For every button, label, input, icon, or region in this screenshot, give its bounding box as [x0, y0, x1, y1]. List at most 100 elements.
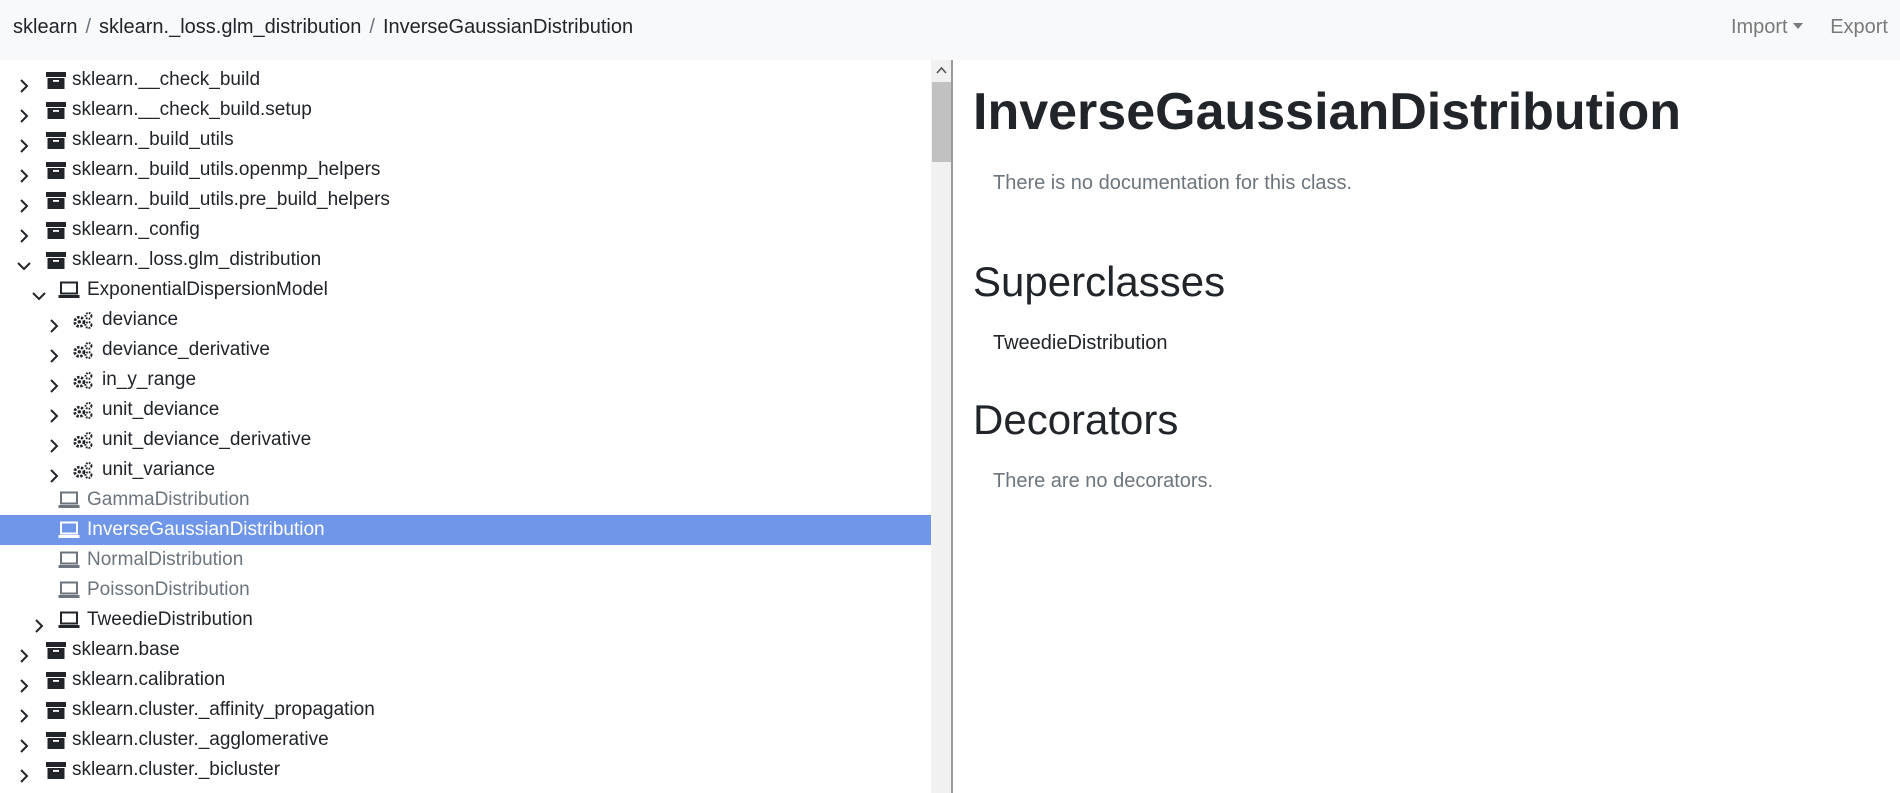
- archive-box-icon: [45, 700, 67, 720]
- chevron-right-icon[interactable]: [17, 163, 31, 183]
- tree-item-label: GammaDistribution: [87, 489, 250, 510]
- tree-item[interactable]: unit_deviance: [0, 395, 931, 425]
- tree-item[interactable]: ExponentialDispersionModel: [0, 275, 931, 305]
- tree-item[interactable]: deviance_derivative: [0, 335, 931, 365]
- tree-item-label: ExponentialDispersionModel: [87, 279, 328, 300]
- chevron-right-icon[interactable]: [17, 133, 31, 153]
- tree-item-label: unit_deviance: [102, 399, 220, 420]
- chevron-right-icon[interactable]: [17, 733, 31, 753]
- tree-item[interactable]: sklearn.calibration: [0, 665, 931, 695]
- chevron-down-icon[interactable]: [17, 253, 31, 271]
- gears-function-icon: [72, 400, 94, 420]
- archive-box-icon: [45, 760, 67, 780]
- breadcrumb-separator: /: [85, 16, 92, 38]
- gears-function-icon: [72, 430, 94, 450]
- chevron-right-icon[interactable]: [47, 313, 61, 333]
- chevron-right-icon[interactable]: [17, 103, 31, 123]
- module-tree: sklearn.__check_build sklearn.__check_bui…: [0, 60, 931, 793]
- archive-box-icon: [45, 220, 67, 240]
- tree-item[interactable]: sklearn._config: [0, 215, 931, 245]
- tree-item-label: sklearn.__check_build.setup: [72, 99, 312, 120]
- archive-box-icon: [45, 190, 67, 210]
- chevron-right-icon[interactable]: [47, 433, 61, 453]
- import-dropdown[interactable]: Import: [1731, 0, 1803, 54]
- tree-item[interactable]: TweedieDistribution: [0, 605, 931, 635]
- chevron-right-icon[interactable]: [17, 673, 31, 693]
- breadcrumb-item-root[interactable]: sklearn: [13, 16, 77, 38]
- tree-item[interactable]: sklearn.base: [0, 635, 931, 665]
- decorators-text: There are no decorators.: [993, 470, 1214, 492]
- chevron-right-icon[interactable]: [47, 343, 61, 363]
- tree-item[interactable]: sklearn._build_utils.pre_build_helpers: [0, 185, 931, 215]
- archive-box-icon: [45, 130, 67, 150]
- archive-box-icon: [45, 100, 67, 120]
- documentation-text: There is no documentation for this class…: [993, 172, 1353, 194]
- tree-scrollbar[interactable]: [931, 60, 953, 793]
- tree-item[interactable]: sklearn.__check_build.setup: [0, 95, 931, 125]
- tree-item[interactable]: sklearn.cluster._affinity_propagation: [0, 695, 931, 725]
- tree-item[interactable]: sklearn._build_utils: [0, 125, 931, 155]
- tree-item[interactable]: sklearn._build_utils.openmp_helpers: [0, 155, 931, 185]
- tree-item[interactable]: sklearn._loss.glm_distribution: [0, 245, 931, 275]
- tree-item[interactable]: InverseGaussianDistribution: [0, 515, 931, 545]
- tree-item[interactable]: PoissonDistribution: [0, 575, 931, 605]
- tree-item-label: sklearn.cluster._affinity_propagation: [72, 699, 375, 720]
- chevron-right-icon[interactable]: [47, 463, 61, 483]
- archive-box-icon: [45, 70, 67, 90]
- gears-function-icon: [72, 370, 94, 390]
- tree-item-label: sklearn.calibration: [72, 669, 226, 690]
- export-link[interactable]: Export: [1830, 0, 1888, 54]
- archive-box-icon: [45, 730, 67, 750]
- gears-function-icon: [72, 310, 94, 330]
- laptop-class-icon: [58, 520, 80, 540]
- nav-actions: Import Export: [1709, 0, 1888, 54]
- tree-item[interactable]: unit_variance: [0, 455, 931, 485]
- chevron-right-icon[interactable]: [17, 763, 31, 783]
- superclasses-heading: Superclasses: [973, 258, 1226, 305]
- tree-item-label: sklearn._config: [72, 219, 200, 240]
- tree-item-label: TweedieDistribution: [87, 609, 253, 630]
- chevron-right-icon[interactable]: [32, 613, 46, 633]
- chevron-right-icon[interactable]: [47, 403, 61, 423]
- laptop-class-icon: [58, 550, 80, 570]
- breadcrumb-separator: /: [369, 16, 375, 38]
- breadcrumb-item-module[interactable]: sklearn._loss.glm_distribution: [99, 16, 361, 38]
- chevron-right-icon[interactable]: [17, 703, 31, 723]
- chevron-right-icon[interactable]: [17, 193, 31, 213]
- gears-function-icon: [72, 340, 94, 360]
- chevron-right-icon[interactable]: [17, 643, 31, 663]
- chevron-right-icon[interactable]: [17, 223, 31, 243]
- tree-item[interactable]: sklearn.cluster._agglomerative: [0, 725, 931, 755]
- tree-item-label: sklearn._loss.glm_distribution: [72, 249, 322, 270]
- superclass-item[interactable]: TweedieDistribution: [993, 332, 1168, 355]
- breadcrumb: sklearn / sklearn._loss.glm_distribution / I…: [13, 0, 633, 54]
- page-title: InverseGaussianDistribution: [973, 83, 1681, 141]
- decorators-heading: Decorators: [973, 396, 1179, 443]
- scroll-up-arrow-icon[interactable]: [936, 66, 947, 74]
- chevron-down-icon[interactable]: [32, 283, 46, 301]
- tree-item-label: deviance_derivative: [102, 339, 270, 360]
- archive-box-icon: [45, 160, 67, 180]
- tree-item[interactable]: unit_deviance_derivative: [0, 425, 931, 455]
- chevron-right-icon[interactable]: [17, 73, 31, 93]
- tree-item[interactable]: sklearn.__check_build: [0, 65, 931, 95]
- gears-function-icon: [72, 460, 94, 480]
- tree-item-label: sklearn._build_utils.pre_build_helpers: [72, 189, 390, 210]
- tree-item-label: sklearn.cluster._bicluster: [72, 759, 281, 780]
- archive-box-icon: [45, 670, 67, 690]
- tree-item-label: sklearn._build_utils.openmp_helpers: [72, 159, 381, 180]
- chevron-right-icon[interactable]: [47, 373, 61, 393]
- tree-item-label: sklearn.base: [72, 639, 180, 660]
- tree-item-label: InverseGaussianDistribution: [87, 519, 325, 540]
- tree-item[interactable]: in_y_range: [0, 365, 931, 395]
- breadcrumb-item-current: InverseGaussianDistribution: [382, 16, 634, 38]
- tree-item[interactable]: deviance: [0, 305, 931, 335]
- tree-item[interactable]: NormalDistribution: [0, 545, 931, 575]
- tree-item-label: NormalDistribution: [87, 549, 244, 570]
- scrollbar-thumb[interactable]: [932, 82, 951, 162]
- tree-item[interactable]: sklearn.cluster._bicluster: [0, 755, 931, 785]
- laptop-class-icon: [58, 280, 80, 300]
- tree-item-label: unit_deviance_derivative: [102, 429, 312, 450]
- tree-item[interactable]: GammaDistribution: [0, 485, 931, 515]
- laptop-class-icon: [58, 490, 80, 510]
